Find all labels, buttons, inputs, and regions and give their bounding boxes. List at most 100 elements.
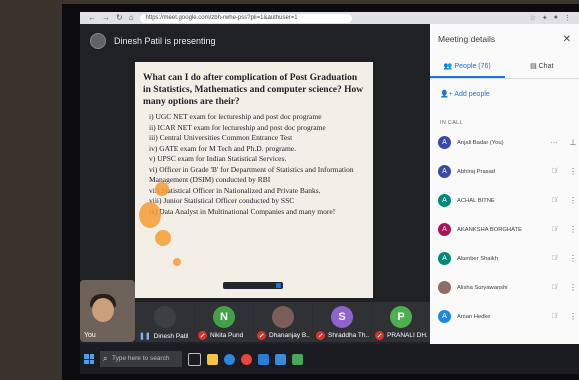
person-avatar: A xyxy=(438,252,451,265)
participant-name-row: Nikita Pund xyxy=(198,331,251,340)
slide-item: viii) Junior Statistical Officer conduct… xyxy=(149,196,295,205)
person-row[interactable]: A ACHAL BITNE 🎙̸ ⋮ xyxy=(430,186,579,215)
person-row[interactable]: A Anjali Badar (You) ⋯ ⊥ xyxy=(430,128,579,157)
slide-list: i) UGC NET exam for lectureship and post… xyxy=(143,112,365,217)
slide-item: iv) GATE exam for M Tech and Ph.D. progr… xyxy=(149,143,297,153)
person-name: Alamber Shaikh xyxy=(457,255,498,262)
store-icon[interactable] xyxy=(258,353,269,365)
extension-icon[interactable]: ✦ xyxy=(542,14,548,22)
mic-off-icon[interactable]: 🎙̸ xyxy=(547,197,561,204)
person-name: ACHAL BITNE xyxy=(457,197,495,204)
participant-name-row: PRANALI DH... xyxy=(375,331,428,340)
tab-chat[interactable]: ▤ Chat xyxy=(505,56,579,78)
mic-off-icon[interactable]: 🎙̸ xyxy=(547,313,561,320)
home-icon[interactable]: ⌂ xyxy=(129,12,134,24)
participant-avatar xyxy=(272,306,294,328)
close-icon[interactable]: ✕ xyxy=(563,34,571,45)
self-video-tile: You xyxy=(80,280,135,342)
mic-off-icon[interactable]: 🎙̸ xyxy=(547,226,561,233)
screen: ← → ↻ ⌂ https://meet.google.com/zbh-rwhe… xyxy=(80,12,579,374)
photos-icon[interactable] xyxy=(292,353,303,365)
participant-tile[interactable]: P PRANALI DH... xyxy=(371,302,430,342)
participant-name: Dinesh Patil xyxy=(153,332,189,340)
more-options-icon[interactable]: ⋮ xyxy=(567,225,579,234)
taskbar-search[interactable]: Type here to search xyxy=(100,351,182,367)
more-options-icon[interactable]: ⋮ xyxy=(567,312,579,321)
participant-name: PRANALI DH... xyxy=(387,332,428,339)
stop-sharing-button[interactable] xyxy=(276,283,281,288)
orange-decoration xyxy=(155,230,171,246)
participant-name: Nikita Pund xyxy=(210,332,244,339)
presenter-label: Dinesh Patil is presenting xyxy=(114,36,216,46)
person-avatar: A xyxy=(438,310,451,323)
slide-item: v) UPSC exam for Indian Statistical Serv… xyxy=(149,154,287,163)
more-options-icon[interactable]: ⋮ xyxy=(567,254,579,263)
person-avatar: A xyxy=(438,165,451,178)
participant-tile[interactable]: ❚❚ Dinesh Patil xyxy=(135,302,194,342)
mic-off-icon[interactable]: 🎙̸ xyxy=(547,284,561,291)
person-avatar: A xyxy=(438,223,451,236)
forward-arrow-icon[interactable]: → xyxy=(102,12,110,24)
pin-icon[interactable]: ⊥ xyxy=(567,138,579,147)
participant-avatar xyxy=(154,306,176,328)
mail-icon[interactable] xyxy=(275,353,286,365)
tab-chat-label: Chat xyxy=(538,63,554,70)
person-row[interactable]: A AKANKSHA BORGHATE 🎙̸ ⋮ xyxy=(430,215,579,244)
menu-icon[interactable]: ⋮ xyxy=(564,14,571,22)
participant-tile[interactable]: Dhananjay B... xyxy=(253,302,312,342)
more-options-icon[interactable]: ⋮ xyxy=(567,196,579,205)
person-row[interactable]: A Aman Hedke 🎙̸ ⋮ xyxy=(430,302,579,331)
profile-icon[interactable]: ● xyxy=(554,14,558,22)
windows-taskbar: Type here to search xyxy=(80,344,579,374)
slide-item: vi) Officer in Grade 'B' for Department … xyxy=(149,164,354,185)
participant-name: Dhananjay B... xyxy=(269,332,310,339)
person-row[interactable]: Alisha Suryawanshi 🎙̸ ⋮ xyxy=(430,273,579,302)
file-explorer-icon[interactable] xyxy=(207,353,218,365)
edge-icon[interactable] xyxy=(224,353,235,365)
mic-off-icon xyxy=(375,331,384,340)
mic-off-icon[interactable]: 🎙̸ xyxy=(547,255,561,262)
add-people-button[interactable]: 👤+ Add people xyxy=(440,90,490,98)
slide-item: i) UGC NET exam for lectureship and post… xyxy=(149,112,322,121)
participant-avatar: S xyxy=(331,306,353,328)
self-label: You xyxy=(84,332,96,339)
participant-tile[interactable]: N Nikita Pund xyxy=(194,302,253,342)
person-name: Aman Hedke xyxy=(457,313,491,320)
more-icon[interactable]: ⋯ xyxy=(547,139,561,147)
mic-off-icon[interactable]: 🎙̸ xyxy=(547,168,561,175)
participant-name: Shraddha Th... xyxy=(328,332,369,339)
person-name: Abhiraj Prasad xyxy=(457,168,496,175)
browser-toolbar: ← → ↻ ⌂ https://meet.google.com/zbh-rwhe… xyxy=(80,12,579,24)
more-options-icon[interactable]: ⋮ xyxy=(567,283,579,292)
person-name: AKANKSHA BORGHATE xyxy=(457,226,522,233)
reload-icon[interactable]: ↻ xyxy=(116,12,123,24)
extensions-area: ☆ ✦ ● ⋮ xyxy=(530,14,579,22)
person-row[interactable]: A Alamber Shaikh 🎙̸ ⋮ xyxy=(430,244,579,273)
windows-start-icon[interactable] xyxy=(84,354,94,364)
add-person-icon: 👤+ xyxy=(440,91,455,98)
person-row[interactable]: A Abhiraj Prasad 🎙̸ ⋮ xyxy=(430,157,579,186)
add-people-label: Add people xyxy=(454,91,490,98)
in-call-heading: IN CALL xyxy=(440,120,463,126)
chrome-icon[interactable] xyxy=(241,353,252,365)
task-view-icon[interactable] xyxy=(188,352,201,366)
people-list: A Anjali Badar (You) ⋯ ⊥ A Abhiraj Prasad 🎙̸ ⋮ A… xyxy=(430,128,579,331)
sharing-indicator xyxy=(223,282,283,289)
person-name: Anjali Badar (You) xyxy=(457,139,504,146)
person-avatar: A xyxy=(438,136,451,149)
back-arrow-icon[interactable]: ← xyxy=(88,12,96,24)
presenter-bar: Dinesh Patil is presenting xyxy=(80,24,430,58)
slide-item: vii) Statistical Officer in Nationalized… xyxy=(149,185,321,195)
tab-people[interactable]: 👥 People (76) xyxy=(430,56,505,78)
participant-tile[interactable]: S Shraddha Th... xyxy=(312,302,371,342)
presenter-avatar xyxy=(90,33,106,49)
participant-name-row: Shraddha Th... xyxy=(316,331,369,340)
slide-item: iii) Central Universities Common Entranc… xyxy=(149,133,293,142)
mic-off-icon xyxy=(198,331,207,340)
orange-decoration xyxy=(139,202,161,228)
more-options-icon[interactable]: ⋮ xyxy=(567,167,579,176)
address-bar[interactable]: https://meet.google.com/zbh-rwhe-pss?pli… xyxy=(139,13,352,23)
mic-off-icon xyxy=(257,331,266,340)
participant-avatar: N xyxy=(213,306,235,328)
star-icon[interactable]: ☆ xyxy=(530,14,536,22)
